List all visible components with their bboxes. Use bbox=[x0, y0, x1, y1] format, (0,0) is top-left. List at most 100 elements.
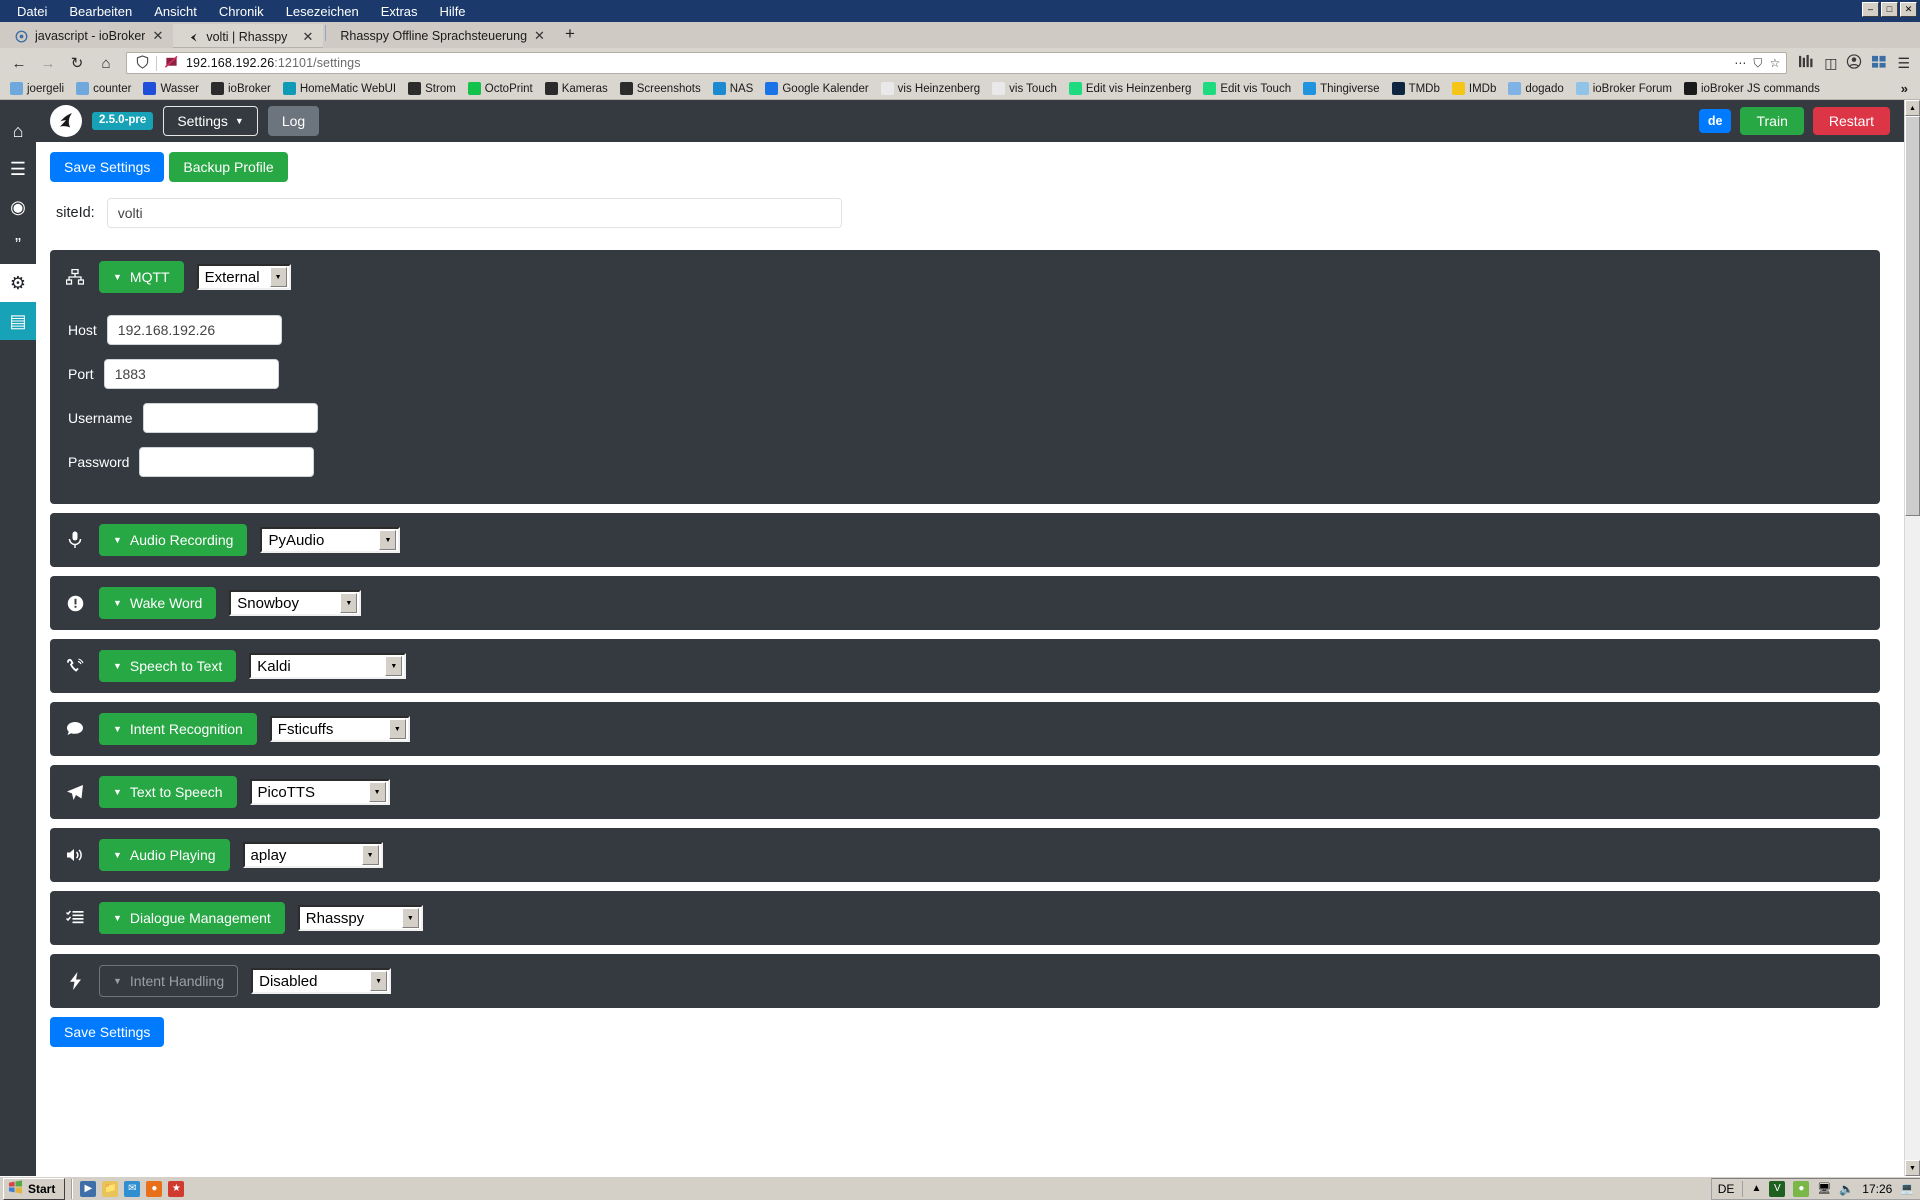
app-icon[interactable]: ★ bbox=[168, 1180, 185, 1197]
service-toggle-button[interactable]: ▼ Audio Playing bbox=[99, 839, 230, 871]
bookmark-item[interactable]: Screenshots bbox=[614, 81, 707, 96]
back-icon[interactable]: ← bbox=[6, 51, 32, 75]
service-select[interactable]: Fsticuffs ▼ bbox=[269, 716, 410, 742]
save-settings-button[interactable]: Save Settings bbox=[50, 152, 165, 182]
bookmark-item[interactable]: ioBroker bbox=[205, 81, 277, 96]
tab-iobroker[interactable]: javascript - ioBroker ✕ bbox=[2, 24, 173, 48]
page-scrollbar[interactable]: ▲ ▼ bbox=[1904, 100, 1920, 1176]
minimize-button[interactable]: – bbox=[1862, 2, 1879, 17]
mqtt-field-input[interactable] bbox=[106, 315, 282, 345]
service-toggle-button[interactable]: ▼ Intent Handling bbox=[99, 965, 239, 997]
save-to-pocket-icon[interactable]: ⛉ bbox=[1753, 56, 1762, 71]
sidebar-icon[interactable]: ◫ bbox=[1824, 55, 1837, 72]
extension-icon[interactable] bbox=[1871, 54, 1888, 72]
close-icon[interactable]: ✕ bbox=[302, 29, 313, 45]
mqtt-field-input[interactable] bbox=[142, 403, 318, 433]
show-desktop-icon[interactable]: 💻 bbox=[1900, 1182, 1914, 1195]
scroll-thumb[interactable] bbox=[1905, 116, 1920, 516]
bookmark-item[interactable]: Google Kalender bbox=[759, 81, 874, 96]
account-icon[interactable] bbox=[1846, 54, 1862, 72]
service-select[interactable]: Rhasspy ▼ bbox=[297, 905, 423, 931]
bookmark-item[interactable]: TMDb bbox=[1386, 81, 1446, 96]
service-select[interactable]: Disabled ▼ bbox=[251, 968, 392, 994]
service-select[interactable]: Snowboy ▼ bbox=[229, 590, 362, 616]
mail-icon[interactable]: ✉ bbox=[124, 1180, 141, 1197]
bookmark-item[interactable]: Kameras bbox=[539, 81, 614, 96]
menu-item-bearbeiten[interactable]: Bearbeiten bbox=[58, 4, 143, 19]
bookmark-star-icon[interactable]: ☆ bbox=[1769, 56, 1780, 70]
service-toggle-button[interactable]: ▼ Speech to Text bbox=[99, 650, 237, 682]
forward-icon[interactable]: → bbox=[35, 51, 61, 75]
settings-dropdown-button[interactable]: Settings ▼ bbox=[163, 106, 258, 136]
bookmark-item[interactable]: OctoPrint bbox=[462, 81, 539, 96]
bookmark-item[interactable]: Edit vis Heinzenberg bbox=[1063, 81, 1197, 96]
firefox-icon[interactable]: ● bbox=[146, 1180, 163, 1197]
tray-language[interactable]: DE bbox=[1718, 1182, 1735, 1196]
volume-icon[interactable]: 🔈 bbox=[1839, 1182, 1854, 1196]
menu-item-lesezeichen[interactable]: Lesezeichen bbox=[275, 4, 370, 19]
home-icon[interactable]: ⌂ bbox=[93, 51, 119, 75]
hamburger-menu-icon[interactable]: ☰ bbox=[1897, 55, 1910, 72]
chevron-up-icon[interactable]: ▲ bbox=[1751, 1183, 1761, 1194]
mqtt-toggle-button[interactable]: ▼ MQTT bbox=[99, 261, 184, 293]
more-icon[interactable]: ⋯ bbox=[1734, 56, 1746, 70]
scroll-up-arrow[interactable]: ▲ bbox=[1905, 100, 1920, 116]
save-settings-button-bottom[interactable]: Save Settings bbox=[50, 1017, 165, 1047]
service-select[interactable]: PyAudio ▼ bbox=[260, 527, 401, 553]
mqtt-mode-select[interactable]: External ▼ bbox=[196, 264, 291, 290]
menu-item-chronik[interactable]: Chronik bbox=[208, 4, 275, 19]
bookmark-item[interactable]: joergeli bbox=[4, 81, 70, 96]
new-tab-button[interactable]: + bbox=[555, 24, 585, 47]
menu-item-extras[interactable]: Extras bbox=[370, 4, 429, 19]
reload-icon[interactable]: ↻ bbox=[64, 51, 90, 75]
service-toggle-button[interactable]: ▼ Text to Speech bbox=[99, 776, 237, 808]
log-button[interactable]: Log bbox=[267, 106, 320, 136]
menu-item-ansicht[interactable]: Ansicht bbox=[143, 4, 208, 19]
bookmark-item[interactable]: IMDb bbox=[1446, 81, 1502, 96]
scroll-down-arrow[interactable]: ▼ bbox=[1905, 1160, 1920, 1176]
sidebar-item-home[interactable]: ⌂ bbox=[0, 112, 36, 150]
clock[interactable]: 17:26 bbox=[1862, 1182, 1892, 1196]
bookmark-item[interactable]: counter bbox=[70, 81, 137, 96]
network-icon[interactable]: 🖥 bbox=[1817, 1182, 1831, 1195]
bookmark-item[interactable]: Thingiverse bbox=[1297, 81, 1385, 96]
bookmarks-overflow-icon[interactable]: » bbox=[1893, 81, 1916, 96]
bookmark-item[interactable]: ioBroker JS commands bbox=[1678, 81, 1826, 96]
train-button[interactable]: Train bbox=[1740, 107, 1804, 135]
sidebar-item-record[interactable]: ◉ bbox=[0, 188, 36, 226]
service-select[interactable]: Kaldi ▼ bbox=[249, 653, 407, 679]
mqtt-field-input[interactable] bbox=[103, 359, 279, 389]
language-button[interactable]: de bbox=[1698, 109, 1732, 133]
close-icon[interactable]: ✕ bbox=[534, 28, 545, 44]
maximize-button[interactable]: □ bbox=[1881, 2, 1898, 17]
sidebar-item-sentences[interactable]: ☰ bbox=[0, 150, 36, 188]
vlc-icon[interactable]: V bbox=[1769, 1180, 1786, 1197]
backup-profile-button[interactable]: Backup Profile bbox=[169, 152, 288, 182]
service-toggle-button[interactable]: ▼ Wake Word bbox=[99, 587, 217, 619]
start-button[interactable]: Start bbox=[3, 1177, 66, 1200]
sidebar-item-settings[interactable]: ⚙ bbox=[0, 264, 36, 302]
close-button[interactable]: ✕ bbox=[1900, 2, 1917, 17]
launch-icon[interactable]: ▶ bbox=[80, 1180, 97, 1197]
service-select[interactable]: PicoTTS ▼ bbox=[249, 779, 390, 805]
tab-rhasspy-volti[interactable]: volti | Rhasspy ✕ bbox=[173, 24, 324, 48]
bookmark-item[interactable]: Strom bbox=[402, 81, 462, 96]
bookmark-item[interactable]: dogado bbox=[1502, 81, 1569, 96]
shield-icon[interactable] bbox=[131, 54, 153, 72]
service-select[interactable]: aplay ▼ bbox=[242, 842, 383, 868]
bookmark-item[interactable]: Edit vis Touch bbox=[1197, 81, 1297, 96]
bookmark-item[interactable]: ioBroker Forum bbox=[1570, 81, 1678, 96]
url-text[interactable]: 192.168.192.26:12101/settings bbox=[182, 56, 1734, 70]
close-icon[interactable]: ✕ bbox=[152, 28, 163, 44]
mqtt-field-input[interactable] bbox=[139, 447, 315, 477]
menu-item-hilfe[interactable]: Hilfe bbox=[429, 4, 477, 19]
restart-button[interactable]: Restart bbox=[1812, 107, 1890, 135]
bookmark-item[interactable]: HomeMatic WebUI bbox=[277, 81, 402, 96]
url-bar[interactable]: 192.168.192.26:12101/settings ⋯ ⛉ ☆ bbox=[126, 52, 1788, 74]
sidebar-item-docs[interactable]: ▤ bbox=[0, 302, 36, 340]
explorer-icon[interactable]: 📁 bbox=[102, 1180, 119, 1197]
service-toggle-button[interactable]: ▼ Audio Recording bbox=[99, 524, 248, 556]
library-icon[interactable] bbox=[1798, 54, 1815, 72]
siteid-input[interactable] bbox=[106, 198, 842, 228]
colors-icon[interactable]: ● bbox=[1793, 1180, 1810, 1197]
